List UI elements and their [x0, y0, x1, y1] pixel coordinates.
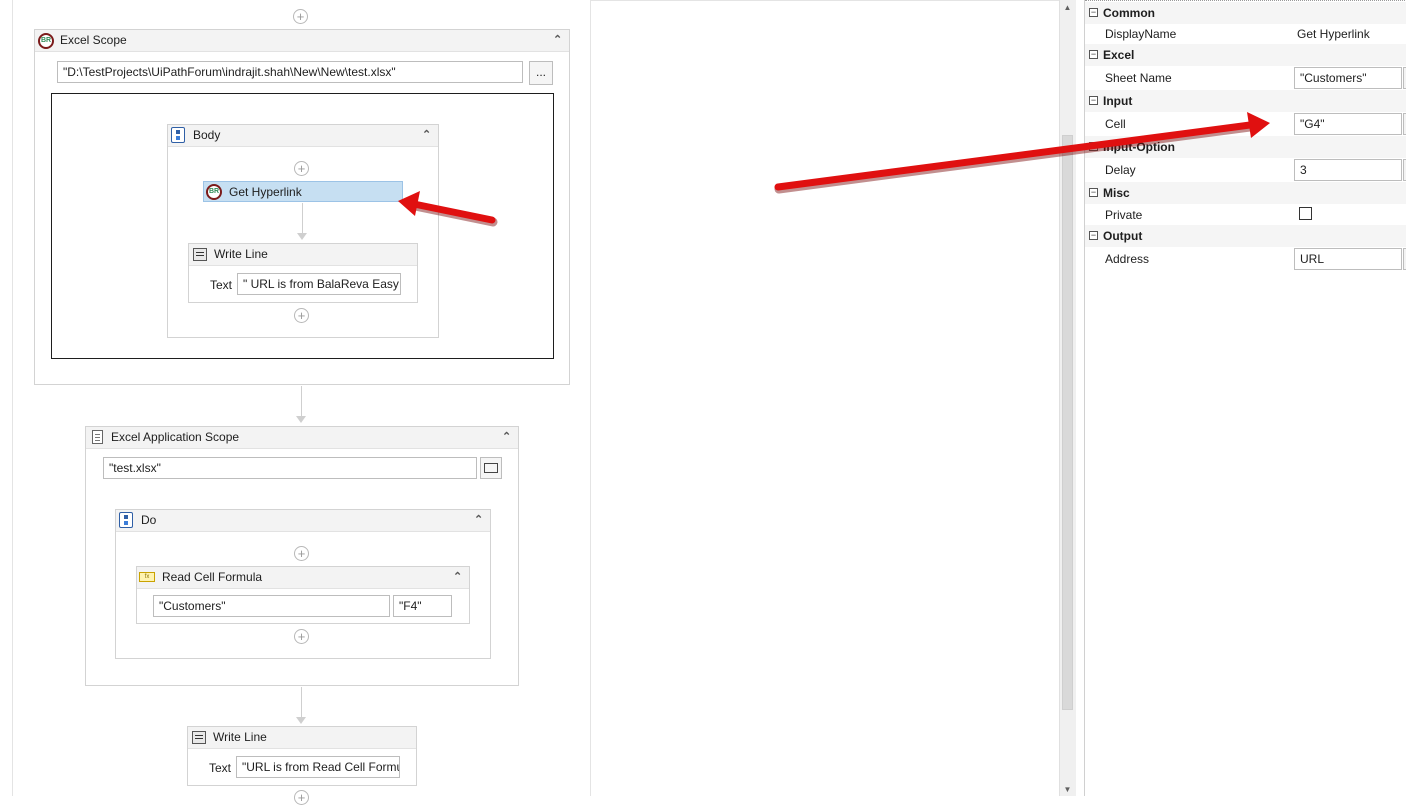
- get-hyperlink-title: Get Hyperlink: [229, 185, 302, 199]
- sequence-icon: [119, 512, 133, 528]
- collapse-toggle-icon[interactable]: −: [1089, 50, 1098, 59]
- excel-scope-header[interactable]: BR Excel Scope ⌃: [35, 30, 569, 52]
- cell-field[interactable]: "F4": [393, 595, 452, 617]
- property-label-delay: Delay: [1105, 163, 1136, 177]
- property-label-private: Private: [1105, 208, 1143, 222]
- write-line-title: Write Line: [213, 730, 267, 744]
- canvas-divider: [590, 0, 591, 796]
- category-input-option[interactable]: − Input-Option: [1085, 136, 1406, 158]
- excel-document-icon: [92, 430, 103, 444]
- collapse-icon[interactable]: ⌃: [502, 431, 511, 443]
- collapse-toggle-icon[interactable]: −: [1089, 188, 1098, 197]
- property-label-address: Address: [1105, 252, 1150, 266]
- property-value-address[interactable]: URL: [1294, 248, 1402, 270]
- excel-scope-body-area: Body ⌃ + BR Get Hyperlink Write Line Tex…: [51, 93, 554, 359]
- collapse-toggle-icon[interactable]: −: [1089, 96, 1098, 105]
- canvas-left-border: [12, 0, 13, 796]
- flow-connector: [301, 687, 302, 719]
- workbook-path-field[interactable]: "test.xlsx": [103, 457, 477, 479]
- balareva-icon: BR: [38, 33, 54, 49]
- write-line-title: Write Line: [214, 247, 268, 261]
- flow-arrowhead: [296, 717, 306, 724]
- collapse-toggle-icon[interactable]: −: [1089, 142, 1098, 151]
- excel-application-scope-header[interactable]: Excel Application Scope ⌃: [86, 427, 518, 449]
- write-line-text-field[interactable]: " URL is from BalaReva Easy e: [237, 273, 401, 295]
- write-line-activity[interactable]: Write Line Text " URL is from BalaReva E…: [188, 243, 418, 303]
- canvas-top-border: [590, 0, 1060, 1]
- add-activity-button[interactable]: +: [294, 629, 309, 644]
- body-sequence-header[interactable]: Body ⌃: [168, 125, 438, 147]
- category-label: Input-Option: [1103, 140, 1175, 154]
- body-sequence-title: Body: [193, 128, 221, 142]
- write-line-activity-2[interactable]: Write Line Text "URL is from Read Cell F…: [187, 726, 417, 786]
- scrollbar-thumb[interactable]: [1062, 135, 1073, 710]
- sheet-name-field[interactable]: "Customers": [153, 595, 390, 617]
- balareva-icon: BR: [206, 184, 222, 200]
- flow-connector: [302, 203, 303, 235]
- scroll-down-arrow-icon[interactable]: ▼: [1059, 785, 1076, 794]
- excel-scope-title: Excel Scope: [60, 33, 127, 47]
- collapse-icon[interactable]: ⌃: [453, 571, 462, 583]
- collapse-toggle-icon[interactable]: −: [1089, 231, 1098, 240]
- collapse-icon[interactable]: ⌃: [474, 514, 483, 526]
- folder-icon: [484, 463, 498, 473]
- property-label-cell: Cell: [1105, 117, 1126, 131]
- add-activity-button[interactable]: +: [294, 546, 309, 561]
- excel-file-path-field[interactable]: "D:\TestProjects\UiPathForum\indrajit.sh…: [57, 61, 523, 83]
- flow-arrowhead: [296, 416, 306, 423]
- panel-top-border: [1085, 0, 1406, 1]
- browse-file-button[interactable]: ...: [529, 61, 553, 85]
- write-line-header[interactable]: Write Line: [188, 727, 416, 749]
- add-activity-button[interactable]: +: [294, 308, 309, 323]
- read-cell-formula-icon: fx: [139, 572, 155, 582]
- flow-connector: [301, 386, 302, 418]
- get-hyperlink-activity[interactable]: BR Get Hyperlink: [203, 181, 403, 202]
- category-output[interactable]: − Output: [1085, 225, 1406, 247]
- read-cell-formula-activity[interactable]: fx Read Cell Formula ⌃ "Customers" "F4": [136, 566, 470, 624]
- text-label: Text: [210, 278, 233, 292]
- folder-browse-button[interactable]: [480, 457, 502, 479]
- write-line-icon: [192, 731, 206, 744]
- text-label: Text: [209, 761, 232, 775]
- property-value-sheet-name[interactable]: "Customers": [1294, 67, 1402, 89]
- collapse-icon[interactable]: ⌃: [422, 129, 431, 141]
- write-line-text-field[interactable]: "URL is from Read Cell Formu: [236, 756, 400, 778]
- do-sequence-header[interactable]: Do ⌃: [116, 510, 490, 532]
- category-label: Excel: [1103, 48, 1135, 62]
- write-line-header[interactable]: Write Line: [189, 244, 417, 266]
- private-checkbox[interactable]: [1299, 207, 1312, 220]
- category-label: Input: [1103, 94, 1133, 108]
- read-cell-formula-title: Read Cell Formula: [162, 570, 263, 584]
- category-common[interactable]: − Common: [1085, 2, 1406, 24]
- property-label-sheet-name: Sheet Name: [1105, 71, 1172, 85]
- property-label-displayname: DisplayName: [1105, 27, 1177, 41]
- add-activity-top-button[interactable]: +: [293, 9, 308, 24]
- sequence-icon: [171, 127, 185, 143]
- property-value-delay[interactable]: 3: [1294, 159, 1402, 181]
- properties-panel: − Common DisplayName Get Hyperlink − Exc…: [1084, 0, 1406, 796]
- body-sequence[interactable]: Body ⌃ + BR Get Hyperlink Write Line Tex…: [167, 124, 439, 338]
- read-cell-formula-header[interactable]: fx Read Cell Formula ⌃: [137, 567, 469, 589]
- do-sequence-title: Do: [141, 513, 157, 527]
- excel-application-scope-title: Excel Application Scope: [111, 430, 240, 444]
- category-label: Misc: [1103, 186, 1130, 200]
- category-label: Output: [1103, 229, 1143, 243]
- write-line-icon: [193, 248, 207, 261]
- property-value-displayname[interactable]: Get Hyperlink: [1297, 27, 1370, 41]
- add-activity-button[interactable]: +: [294, 161, 309, 176]
- collapse-icon[interactable]: ⌃: [553, 34, 562, 46]
- excel-application-scope-activity[interactable]: Excel Application Scope ⌃ "test.xlsx" Do…: [85, 426, 519, 686]
- excel-scope-activity[interactable]: BR Excel Scope ⌃ "D:\TestProjects\UiPath…: [34, 29, 570, 385]
- category-excel[interactable]: − Excel: [1085, 44, 1406, 66]
- collapse-toggle-icon[interactable]: −: [1089, 8, 1098, 17]
- category-input[interactable]: − Input: [1085, 90, 1406, 112]
- category-label: Common: [1103, 6, 1155, 20]
- do-sequence[interactable]: Do ⌃ + fx Read Cell Formula ⌃ "Customers…: [115, 509, 491, 659]
- scroll-up-arrow-icon[interactable]: ▲: [1059, 3, 1076, 12]
- add-activity-button[interactable]: +: [294, 790, 309, 805]
- property-value-cell[interactable]: "G4": [1294, 113, 1402, 135]
- flow-arrowhead: [297, 233, 307, 240]
- category-misc[interactable]: − Misc: [1085, 182, 1406, 204]
